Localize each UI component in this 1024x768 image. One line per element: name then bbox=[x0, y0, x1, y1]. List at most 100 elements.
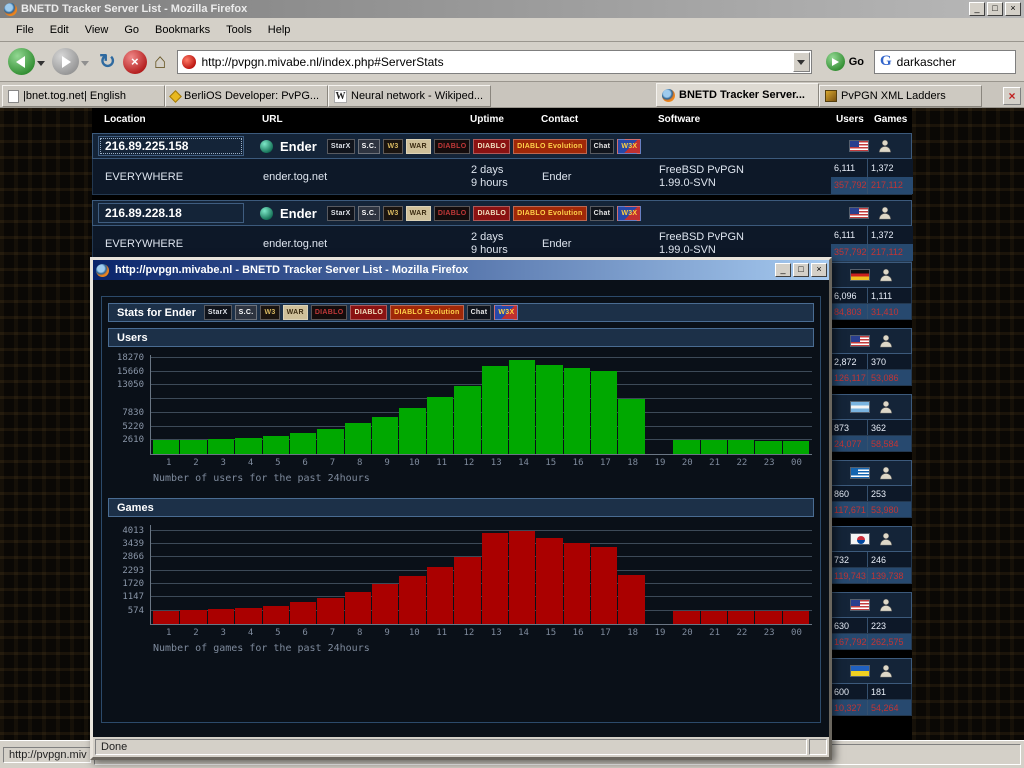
tab-bar: |bnet.tog.net| English BerliOS Developer:… bbox=[0, 82, 1024, 108]
server-ip-link[interactable]: 216.89.228.18 bbox=[98, 203, 244, 223]
popup-close-button[interactable]: × bbox=[811, 263, 827, 277]
badge-chat: Chat bbox=[466, 305, 492, 320]
current-counts: 630 223 bbox=[830, 618, 912, 634]
games-count: 253 bbox=[871, 488, 887, 499]
menu-item-tools[interactable]: Tools bbox=[218, 20, 260, 40]
y-tick-label: 2610 bbox=[122, 435, 144, 446]
bar-hour-16 bbox=[563, 368, 590, 454]
restore-button[interactable]: □ bbox=[987, 2, 1003, 16]
bar-hour-7 bbox=[317, 598, 344, 624]
x-tick-label: 9 bbox=[384, 628, 390, 638]
badge-broodwar: S.C. bbox=[357, 205, 381, 221]
x-tick-label: 6 bbox=[302, 458, 308, 468]
bar-hour-1 bbox=[153, 611, 180, 624]
total-counts: 24,077 58,584 bbox=[830, 436, 912, 452]
close-button[interactable]: × bbox=[1005, 2, 1021, 16]
users-total: 357,792 bbox=[831, 176, 868, 194]
games-total: 54,264 bbox=[871, 702, 899, 713]
bar-hour-14 bbox=[508, 531, 536, 624]
server-url[interactable]: ender.tog.net bbox=[257, 159, 465, 194]
address-dropdown-button[interactable] bbox=[792, 51, 810, 72]
bar-hour-11 bbox=[426, 397, 454, 454]
tab-label: BerliOS Developer: PvPG... bbox=[184, 90, 320, 102]
menu-item-view[interactable]: View bbox=[77, 20, 117, 40]
stop-button[interactable]: × bbox=[122, 49, 147, 74]
stats-panel: Stats for Ender StarX S.C. W3 WAR DIABLO DIAB… bbox=[101, 296, 821, 723]
games-count: 246 bbox=[871, 554, 887, 565]
tab-label: Neural network - Wikiped... bbox=[351, 90, 484, 102]
server-icon bbox=[260, 139, 273, 153]
tab-2[interactable]: BerliOS Developer: PvPG... bbox=[165, 85, 328, 107]
badge-diablo2-evolution: DIABLO Evolution bbox=[513, 138, 587, 154]
col-users: Users bbox=[836, 113, 864, 125]
menu-item-go[interactable]: Go bbox=[116, 20, 147, 40]
y-tick-label: 1720 bbox=[122, 579, 144, 589]
tab-3[interactable]: W Neural network - Wikiped... bbox=[328, 85, 491, 107]
chart-games: 4013 3439 2866 2293 1720 1147 574 bbox=[110, 525, 812, 625]
popup-maximize-button[interactable]: □ bbox=[793, 263, 809, 277]
server-contact: Ender bbox=[542, 170, 572, 183]
popup-minimize-button[interactable]: _ bbox=[775, 263, 791, 277]
total-counts: 126,117 53,086 bbox=[830, 370, 912, 386]
address-bar[interactable]: http://pvpgn.mivabe.nl/index.php#ServerS… bbox=[177, 49, 812, 74]
popup-titlebar[interactable]: http://pvpgn.mivabe.nl - BNETD Tracker S… bbox=[93, 260, 829, 280]
x-tick-label: 8 bbox=[357, 458, 363, 468]
forward-button[interactable] bbox=[52, 48, 92, 75]
bar-hour-21 bbox=[700, 440, 727, 454]
sidebar-stats-column: 6,096 1,111 84,803 31,410 2,872 370 126,117 53,… bbox=[830, 262, 912, 724]
search-box[interactable]: G darkascher bbox=[874, 49, 1016, 74]
server-ip-link[interactable]: 216.89.225.158 bbox=[98, 136, 244, 156]
address-input[interactable]: http://pvpgn.mivabe.nl/index.php#ServerS… bbox=[201, 55, 792, 69]
server-url[interactable]: ender.tog.net bbox=[257, 226, 465, 261]
users-icon bbox=[879, 466, 893, 480]
badge-warcraft2: WAR bbox=[282, 305, 308, 320]
forward-history-dropdown-icon[interactable] bbox=[81, 61, 89, 70]
menu-item-edit[interactable]: Edit bbox=[42, 20, 77, 40]
server-icon bbox=[260, 206, 273, 220]
menu-item-help[interactable]: Help bbox=[260, 20, 299, 40]
x-tick-label: 1 bbox=[165, 628, 172, 638]
x-tick-label: 10 bbox=[408, 458, 420, 468]
close-tab-button[interactable]: × bbox=[1003, 86, 1021, 105]
home-button[interactable]: ⌂ bbox=[151, 50, 170, 74]
users-section-title: Users bbox=[117, 331, 148, 344]
back-history-dropdown-icon[interactable] bbox=[37, 61, 45, 70]
users-total: 119,743 bbox=[831, 568, 868, 583]
games-count: 181 bbox=[871, 686, 887, 697]
users-count: 873 bbox=[831, 420, 868, 435]
x-tick-label: 19 bbox=[654, 628, 666, 638]
resize-grip[interactable] bbox=[809, 739, 827, 755]
bar-series bbox=[153, 525, 810, 624]
users-icon bbox=[879, 664, 893, 678]
total-counts: 357,792 217,112 bbox=[831, 176, 913, 194]
minimize-button[interactable]: _ bbox=[969, 2, 985, 16]
current-counts: 873 362 bbox=[830, 420, 912, 436]
x-tick-label: 21 bbox=[709, 628, 720, 638]
menu-item-file[interactable]: File bbox=[8, 20, 42, 40]
y-tick-label: 2866 bbox=[122, 552, 144, 563]
total-counts: 357,792 217,112 bbox=[831, 243, 913, 261]
tab-5[interactable]: PvPGN XML Ladders bbox=[819, 85, 982, 107]
x-tick-label: 3 bbox=[220, 628, 226, 638]
search-input[interactable]: darkascher bbox=[897, 55, 956, 69]
popup-window[interactable]: http://pvpgn.mivabe.nl - BNETD Tracker S… bbox=[90, 257, 832, 760]
x-tick-label: 6 bbox=[302, 628, 308, 638]
go-button[interactable]: Go bbox=[820, 50, 870, 73]
x-tick-label: 7 bbox=[329, 628, 336, 638]
menu-item-bookmarks[interactable]: Bookmarks bbox=[147, 20, 218, 40]
server-name: Ender bbox=[280, 205, 317, 221]
games-total: 139,738 bbox=[871, 570, 904, 581]
y-tick-label: 15660 bbox=[116, 366, 144, 377]
back-button[interactable] bbox=[8, 48, 48, 75]
badge-chat: Chat bbox=[589, 205, 615, 221]
tab-label: PvPGN XML Ladders bbox=[841, 90, 946, 102]
reload-button[interactable]: ↻ bbox=[96, 49, 119, 74]
tab-4[interactable]: BNETD Tracker Server... bbox=[656, 83, 819, 107]
current-counts: 6,111 1,372 bbox=[831, 159, 913, 177]
badge-warcraft3: W3 bbox=[383, 138, 403, 154]
window-titlebar[interactable]: BNETD Tracker Server List - Mozilla Fire… bbox=[0, 0, 1024, 18]
go-arrow-icon bbox=[825, 52, 845, 71]
bar-hour-13 bbox=[481, 366, 508, 454]
tab-1[interactable]: |bnet.tog.net| English bbox=[2, 85, 165, 107]
badge-chat: Chat bbox=[589, 138, 615, 154]
